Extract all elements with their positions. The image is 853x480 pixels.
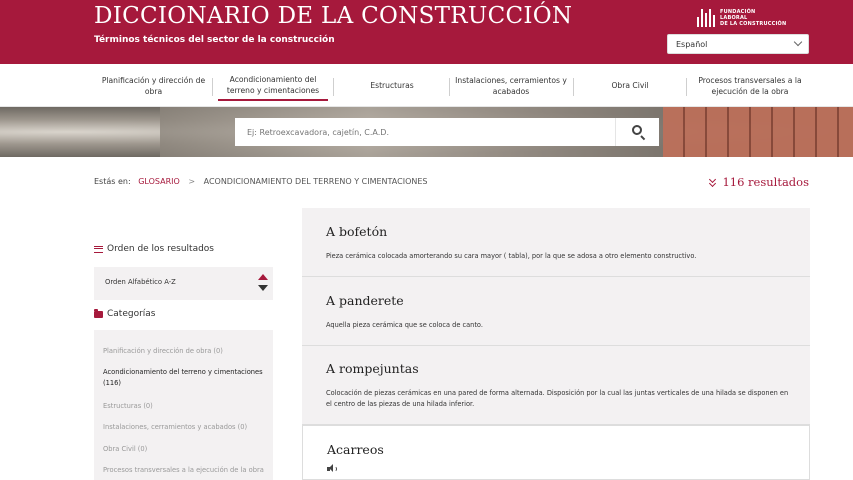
sort-arrows-icon[interactable]	[258, 274, 268, 294]
category-item-acondicionamiento[interactable]: Acondicionamiento del terreno y cimentac…	[103, 367, 268, 389]
result-term[interactable]: A bofetón	[326, 224, 387, 239]
sort-value: Orden Alfabético A-Z	[105, 278, 176, 286]
result-term[interactable]: A rompejuntas	[326, 361, 419, 376]
search-button[interactable]	[615, 118, 659, 146]
sort-select[interactable]: Orden Alfabético A-Z	[94, 267, 273, 300]
result-card[interactable]: Acarreos	[302, 425, 810, 480]
hero-bricks-image	[663, 107, 853, 157]
categories-heading-text: Categorías	[107, 309, 156, 319]
result-card[interactable]: A bofetón Pieza cerámica colocada amorte…	[302, 208, 810, 277]
logo-text: FUNDACIÓN LABORAL DE LA CONSTRUCCIÓN	[720, 9, 787, 27]
order-heading-text: Orden de los resultados	[107, 244, 214, 254]
fundacion-logo[interactable]: FUNDACIÓN LABORAL DE LA CONSTRUCCIÓN	[697, 9, 786, 27]
nav-item-acondicionamiento[interactable]: Acondicionamiento del terreno y cimentac…	[218, 72, 328, 101]
results-count-text: 116 resultados	[722, 175, 809, 189]
double-chevron-down-icon	[709, 175, 717, 188]
category-item-planificacion[interactable]: Planificación y dirección de obra (0)	[103, 346, 268, 357]
search-input[interactable]	[235, 118, 615, 146]
breadcrumb-separator: >	[188, 177, 196, 186]
result-term[interactable]: Acarreos	[327, 442, 384, 457]
category-item-procesos[interactable]: Procesos transversales a la ejecución de…	[103, 465, 268, 476]
list-icon	[94, 245, 103, 253]
nav-divider	[686, 78, 687, 96]
breadcrumb: Estás en: GLOSARIO > ACONDICIONAMIENTO D…	[94, 177, 427, 186]
nav-item-planificacion[interactable]: Planificación y dirección de obra	[100, 72, 207, 101]
result-term[interactable]: A panderete	[326, 293, 404, 308]
nav-item-instalaciones[interactable]: Instalaciones, cerramientos y acabados	[454, 72, 568, 101]
result-card[interactable]: A panderete Aquella pieza cerámica que s…	[302, 277, 810, 346]
nav-divider	[212, 78, 213, 96]
chevron-down-icon	[793, 37, 803, 47]
result-card[interactable]: A rompejuntas Colocación de piezas cerám…	[302, 346, 810, 425]
categories-heading: Categorías	[94, 308, 156, 319]
site-header: DICCIONARIO DE LA CONSTRUCCIÓN Términos …	[0, 0, 853, 64]
sort-up-icon	[258, 274, 268, 280]
order-heading: Orden de los resultados	[94, 244, 214, 254]
breadcrumb-label: Estás en:	[94, 177, 131, 186]
hero-search-banner	[0, 107, 853, 157]
results-count[interactable]: 116 resultados	[709, 175, 809, 189]
result-definition: Aquella pieza cerámica que se coloca de …	[326, 321, 483, 329]
site-title[interactable]: DICCIONARIO DE LA CONSTRUCCIÓN	[94, 3, 572, 29]
search-icon-handle	[640, 135, 646, 141]
nav-divider	[573, 78, 574, 96]
sort-down-icon	[258, 285, 268, 291]
nav-item-obra-civil[interactable]: Obra Civil	[579, 72, 681, 101]
category-nav: Planificación y dirección de obra Acondi…	[0, 64, 853, 107]
categories-panel: Planificación y dirección de obra (0) Ac…	[94, 330, 273, 480]
result-definition: Colocación de piezas cerámicas en una pa…	[326, 389, 789, 408]
breadcrumb-current: ACONDICIONAMIENTO DEL TERRENO Y CIMENTAC…	[203, 177, 428, 186]
folder-icon	[94, 308, 103, 318]
speaker-icon[interactable]	[327, 464, 337, 473]
nav-item-procesos[interactable]: Procesos transversales a la ejecución de…	[692, 72, 808, 101]
category-item-estructuras[interactable]: Estructuras (0)	[103, 401, 268, 412]
result-definition: Pieza cerámica colocada amorterando su c…	[326, 252, 697, 260]
nav-divider	[449, 78, 450, 96]
logo-bars-icon	[697, 9, 715, 27]
nav-item-estructuras[interactable]: Estructuras	[340, 72, 444, 101]
search-icon	[632, 125, 642, 135]
language-value: Español	[676, 40, 708, 49]
nav-divider	[333, 78, 334, 96]
category-item-instalaciones[interactable]: Instalaciones, cerramientos y acabados (…	[103, 422, 268, 433]
category-item-obra-civil[interactable]: Obra Civil (0)	[103, 444, 268, 455]
site-subtitle: Términos técnicos del sector de la const…	[94, 35, 335, 45]
language-select[interactable]: Español	[667, 34, 809, 54]
breadcrumb-link-glosario[interactable]: GLOSARIO	[138, 177, 180, 186]
